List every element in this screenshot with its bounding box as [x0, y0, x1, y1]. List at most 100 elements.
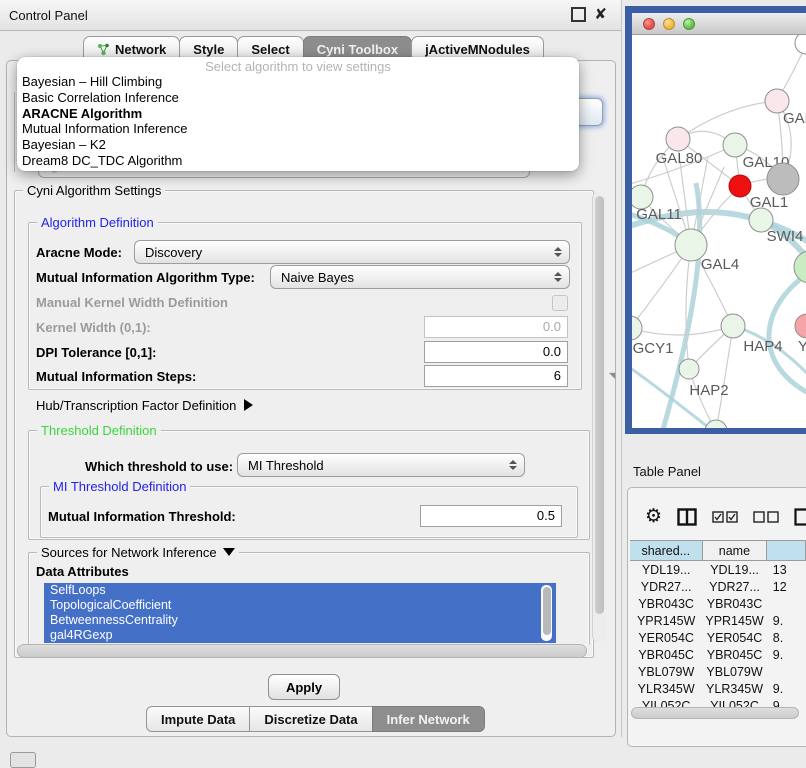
which-threshold-label: Which threshold to use:	[85, 459, 233, 474]
table-row[interactable]: YBR043CYBR043C	[630, 595, 806, 612]
table-cell: YBR045C	[630, 648, 702, 662]
table-cell: 12	[767, 580, 806, 594]
table-row[interactable]: YBR045CYBR045C9.	[630, 646, 806, 663]
node-unlabeled[interactable]	[705, 420, 727, 428]
network-window-titlebar[interactable]	[632, 13, 806, 35]
data-attributes-label: Data Attributes	[36, 564, 129, 579]
attribute-item[interactable]: SelfLoops	[44, 583, 556, 598]
node-unlabeled[interactable]	[794, 251, 806, 283]
attributes-scrollbar[interactable]	[541, 585, 552, 641]
data-attributes-list[interactable]: SelfLoopsTopologicalCoefficientBetweenne…	[44, 583, 556, 643]
tab-infer-network[interactable]: Infer Network	[372, 706, 485, 732]
settings-hscrollbar-thumb[interactable]	[17, 644, 587, 658]
hub-definition-toggle[interactable]: Hub/Transcription Factor Definition	[36, 398, 253, 413]
table-panel-title: Table Panel	[633, 464, 701, 479]
mi-steps-field[interactable]: 6	[424, 365, 568, 387]
node-gal1[interactable]	[729, 175, 751, 197]
table-cell: YER054C	[702, 631, 766, 645]
mi-threshold-field[interactable]: 0.5	[420, 505, 562, 527]
threshold-definition-title: Threshold Definition	[37, 423, 161, 438]
table-cell: YDL19...	[630, 563, 702, 577]
bottom-tabs: Impute DataDiscretize DataInfer Network	[147, 706, 485, 732]
algorithm-option[interactable]: Mutual Information Inference	[17, 121, 579, 137]
sources-group-toggle[interactable]: Sources for Network Inference	[37, 545, 239, 560]
tab-label: Network	[115, 42, 166, 57]
mi-steps-label: Mutual Information Steps:	[36, 369, 196, 384]
float-window-icon[interactable]	[571, 7, 586, 22]
close-icon[interactable]: ✘	[594, 9, 607, 20]
table-cell: YLR345W	[702, 682, 766, 696]
node-label: Y	[798, 338, 806, 355]
attributes-scrollbar-thumb[interactable]	[543, 587, 551, 635]
bottom-left-cut-button[interactable]	[10, 752, 36, 768]
which-threshold-combo[interactable]: MI Threshold	[237, 453, 525, 477]
tab-label: Cyni Toolbox	[317, 42, 398, 57]
table-row[interactable]: YLR345WYLR345W9.	[630, 680, 806, 697]
node-y[interactable]	[795, 314, 806, 338]
checked-checkboxes-icon[interactable]	[712, 511, 738, 523]
settings-hscrollbar[interactable]	[17, 644, 589, 658]
node-unlabeled[interactable]	[767, 163, 799, 195]
algorithm-option[interactable]: Bayesian – Hill Climbing	[17, 74, 579, 90]
table-row[interactable]: YER054CYER054C8.	[630, 629, 806, 646]
algorithm-popup-placeholder: Select algorithm to view settings	[17, 59, 579, 74]
settings-vscrollbar[interactable]	[592, 192, 606, 642]
mi-algorithm-type-combo[interactable]: Naive Bayes	[270, 265, 570, 289]
node-hap2[interactable]	[679, 359, 699, 379]
table-cell: YDR27...	[702, 580, 766, 594]
algorithm-option[interactable]: ARACNE Algorithm	[17, 106, 579, 122]
node-gal80[interactable]	[666, 127, 690, 151]
attribute-item[interactable]: gal4RGexp	[44, 628, 556, 643]
split-columns-icon[interactable]	[677, 508, 697, 526]
node-label: GAL1	[750, 194, 788, 211]
attribute-item[interactable]: TopologicalCoefficient	[44, 598, 556, 613]
column-header[interactable]: shared...	[630, 540, 703, 561]
node-label: GCY1	[633, 340, 674, 357]
algorithm-option[interactable]: Basic Correlation Inference	[17, 90, 579, 106]
kernel-width-label: Kernel Width (0,1):	[36, 320, 151, 335]
zoom-traffic-light-icon[interactable]	[683, 18, 695, 30]
table-hscrollbar-thumb[interactable]	[631, 707, 799, 719]
minimize-traffic-light-icon[interactable]	[663, 18, 675, 30]
settings-vscrollbar-thumb[interactable]	[595, 196, 604, 614]
algorithm-popup-items: Bayesian – Hill ClimbingBasic Correlatio…	[17, 74, 579, 169]
table-cell: YBR043C	[702, 597, 766, 611]
gear-icon[interactable]: ⚙	[645, 507, 662, 527]
table-row[interactable]: YDL19...YDL19...13	[630, 561, 806, 578]
unchecked-checkboxes-icon[interactable]	[753, 511, 779, 523]
combo-arrows-icon	[505, 460, 521, 470]
splitter-handle[interactable]: ◥	[609, 371, 615, 380]
attribute-item[interactable]: BetweennessCentrality	[44, 613, 556, 628]
close-traffic-light-icon[interactable]	[643, 18, 655, 30]
table-row[interactable]: YPR145WYPR145W9.	[630, 612, 806, 629]
node-hap4[interactable]	[721, 314, 745, 338]
document-icon[interactable]	[794, 508, 806, 526]
hidden-group-border	[14, 92, 15, 172]
table-cell: YBL079W	[630, 665, 702, 679]
dpi-tolerance-field[interactable]: 0.0	[424, 341, 568, 363]
tab-discretize-data[interactable]: Discretize Data	[249, 706, 372, 732]
control-panel-titlebar: Control Panel ✘	[0, 0, 621, 31]
algorithm-option[interactable]: Dream8 DC_TDC Algorithm	[17, 153, 579, 169]
manual-kernel-width-checkbox[interactable]	[552, 295, 568, 311]
node-label: GAL	[783, 110, 806, 127]
column-header[interactable]	[766, 540, 806, 561]
node-gcy1[interactable]	[632, 316, 642, 340]
table-row[interactable]: YBL079WYBL079W	[630, 663, 806, 680]
node-table[interactable]: shared...name YDL19...YDL19...13YDR27...…	[630, 540, 806, 714]
dpi-tolerance-label: DPI Tolerance [0,1]:	[36, 345, 156, 360]
column-header[interactable]: name	[702, 540, 768, 561]
tab-impute-data[interactable]: Impute Data	[146, 706, 250, 732]
algorithm-option[interactable]: Bayesian – K2	[17, 137, 579, 153]
node-unlabeled[interactable]	[795, 35, 806, 54]
apply-button[interactable]: Apply	[268, 674, 340, 700]
which-threshold-value: MI Threshold	[248, 458, 505, 473]
table-hscrollbar[interactable]	[631, 707, 803, 719]
table-row[interactable]: YDR27...YDR27...12	[630, 578, 806, 595]
table-cell: 9.	[767, 682, 806, 696]
algorithm-definition-title: Algorithm Definition	[37, 215, 158, 230]
aracne-mode-combo[interactable]: Discovery	[134, 240, 570, 264]
node-label: SWI4	[767, 228, 804, 245]
table-cell: YLR345W	[630, 682, 702, 696]
network-canvas[interactable]: GALGAL80GAL10GAL1GAL11SWI4GAL4GCY1HAP4YH…	[632, 35, 806, 428]
